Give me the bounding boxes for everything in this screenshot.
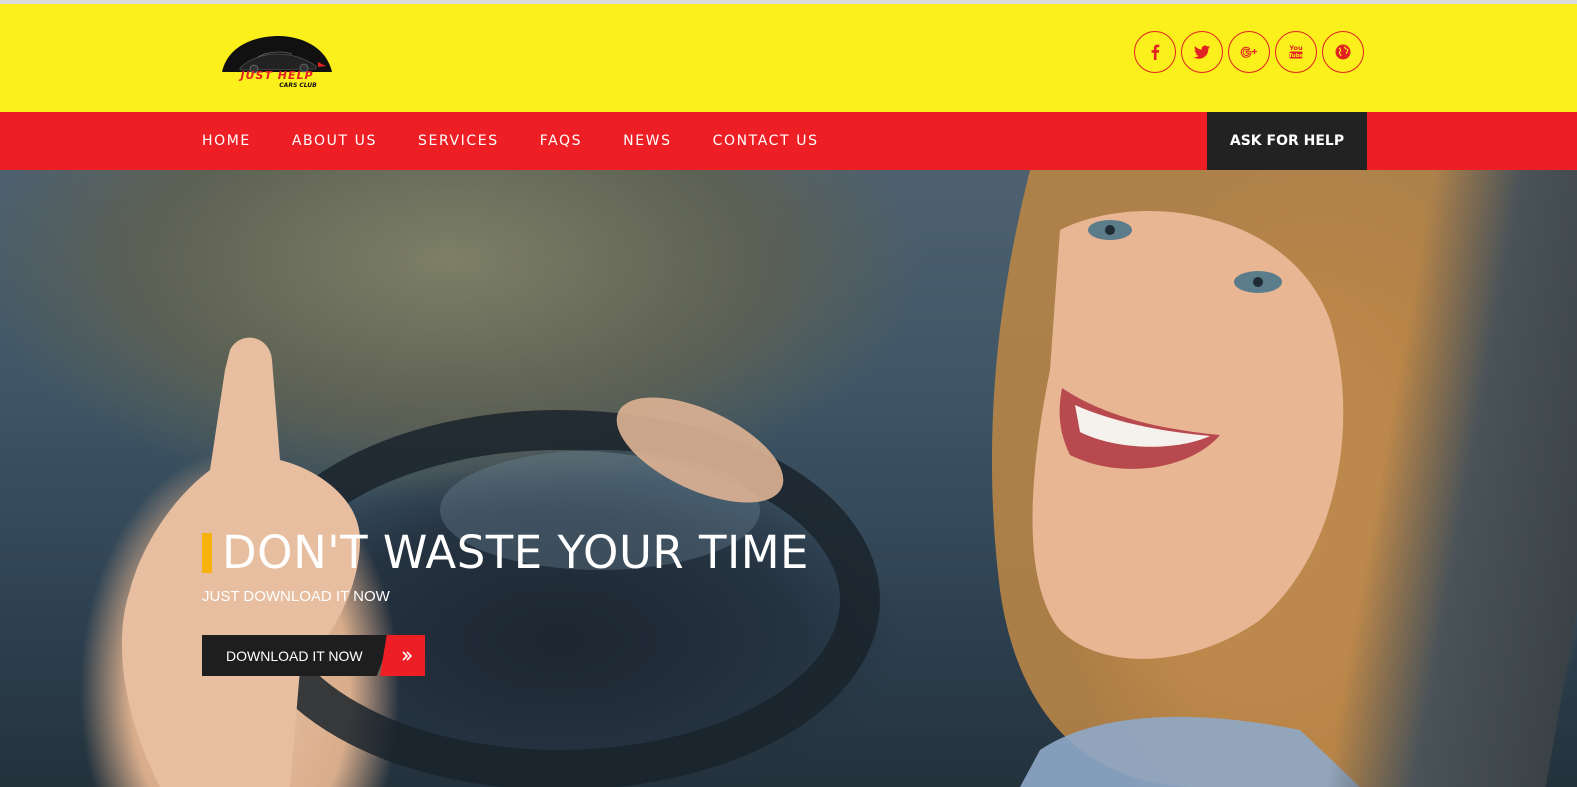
youtube-link[interactable]: You Tube (1275, 31, 1317, 73)
hero-background-image (121, 170, 1560, 787)
ask-for-help-button[interactable]: ASK FOR HELP (1207, 112, 1367, 170)
google-plus-link[interactable] (1228, 31, 1270, 73)
twitter-icon (1193, 45, 1210, 59)
double-chevron-right-icon (380, 635, 425, 676)
nav-item-services[interactable]: SERVICES (418, 112, 499, 170)
nav-item-about-us[interactable]: ABOUT US (292, 112, 377, 170)
logo-title: JUST HELP (240, 69, 314, 82)
social-links: You Tube (1134, 31, 1364, 73)
svg-text:Tube: Tube (1289, 53, 1304, 59)
facebook-icon (1151, 44, 1160, 60)
nav-item-contact-us[interactable]: CONTACT US (713, 112, 819, 170)
hero-banner (0, 170, 1577, 787)
website-link[interactable] (1322, 31, 1364, 73)
google-plus-icon (1240, 46, 1257, 58)
nav-item-home[interactable]: HOME (202, 112, 251, 170)
globe-icon (1335, 44, 1351, 60)
logo-subtitle: CARS CLUB (279, 82, 317, 89)
youtube-icon: You Tube (1288, 44, 1304, 59)
svg-text:You: You (1288, 44, 1303, 52)
title-accent-bar (202, 533, 212, 573)
download-now-button[interactable]: DOWNLOAD IT NOW (202, 635, 425, 676)
nav-item-faqs[interactable]: FAQS (540, 112, 582, 170)
nav-menu: HOME ABOUT US SERVICES FAQS NEWS CONTACT… (202, 112, 860, 170)
facebook-link[interactable] (1134, 31, 1176, 73)
hero-title: DON'T WASTE YOUR TIME (202, 530, 809, 576)
site-header: JUST HELP CARS CLUB You Tube (0, 4, 1577, 112)
twitter-link[interactable] (1181, 31, 1223, 73)
hero-subtitle: JUST DOWNLOAD IT NOW (202, 588, 390, 605)
hero-title-text: DON'T WASTE YOUR TIME (222, 526, 809, 579)
site-logo[interactable]: JUST HELP CARS CLUB (218, 32, 336, 96)
nav-item-news[interactable]: NEWS (623, 112, 671, 170)
download-button-label: DOWNLOAD IT NOW (202, 635, 392, 676)
